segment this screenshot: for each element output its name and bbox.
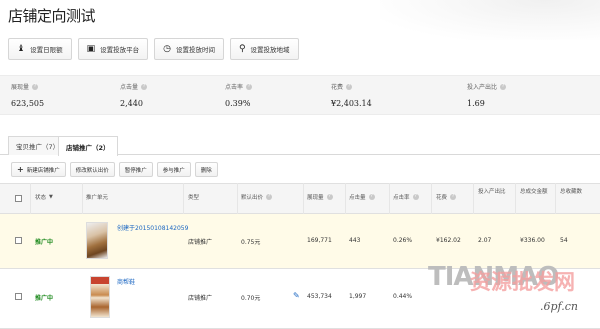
unit-link[interactable]: 创建于20150108142059	[117, 223, 188, 232]
help-icon[interactable]: ?	[266, 194, 273, 200]
resume-promotion-button[interactable]: 参与推广	[156, 162, 191, 177]
impressions-value: 169,771	[307, 237, 332, 244]
sort-down-icon: ▼	[49, 194, 53, 200]
type-value: 店铺推广	[188, 295, 213, 302]
ctr-value: 0.26%	[393, 237, 413, 244]
unit-link[interactable]: 商帮鞋	[117, 277, 135, 286]
bid-value: 0.70元	[241, 295, 261, 302]
stat-ctr: 点击率? 0.39%	[225, 83, 253, 108]
table-header: 状态 ▼ 推广单元 类型 默认出价? 展现量? 点击量? 点击率? 花费? 投入产…	[0, 183, 600, 214]
status-label: 推广中	[35, 295, 54, 302]
impressions-value: 453,734	[307, 293, 332, 300]
set-daily-limit-button[interactable]: ♝ 设置日限额	[8, 38, 72, 60]
stat-clicks: 点击量? 2,440	[120, 83, 148, 108]
stopwatch-icon: ◷	[163, 43, 171, 54]
roi-value: 2.07	[478, 237, 492, 244]
table-toolbar: + 新建店铺推广 修改默认出价 暂停推广 参与推广 删除	[11, 162, 218, 177]
help-icon[interactable]: ?	[500, 83, 507, 90]
product-thumbnail[interactable]	[90, 276, 110, 318]
monitor-icon: ▣	[86, 43, 96, 54]
help-icon[interactable]: ?	[246, 83, 253, 90]
pause-promotion-button[interactable]: 暂停推广	[118, 162, 153, 177]
col-gmv: 总成交金额	[520, 189, 548, 195]
help-icon[interactable]: ?	[450, 194, 457, 200]
col-type: 类型	[188, 195, 200, 201]
help-icon[interactable]: ?	[326, 194, 333, 200]
watermark-cn: 资源批发网	[470, 270, 575, 294]
set-region-button[interactable]: ⚲ 设置投放地域	[229, 38, 299, 60]
select-all-checkbox[interactable]	[15, 195, 22, 202]
bid-value: 0.75元	[241, 239, 261, 246]
help-icon[interactable]: ?	[412, 194, 419, 200]
col-status[interactable]: 状态 ▼	[35, 193, 53, 201]
help-icon[interactable]: ?	[141, 83, 148, 90]
campaign-actions: ♝ 设置日限额 ▣ 设置投放平台 ◷ 设置投放时间 ⚲ 设置投放地域	[8, 38, 299, 60]
map-pin-icon: ⚲	[238, 43, 246, 54]
stat-cost: 花费? ¥2,403.14	[331, 83, 372, 108]
promotion-tabs: 宝贝推广（7） 店铺推广（2）	[0, 134, 600, 156]
cost-value: ¥162.02	[436, 237, 461, 244]
new-shop-promotion-button[interactable]: + 新建店铺推广	[11, 162, 66, 177]
help-icon[interactable]: ?	[368, 194, 375, 200]
col-favs: 总收藏数	[560, 189, 583, 195]
row-checkbox[interactable]	[15, 293, 22, 300]
header-decoration	[380, 0, 600, 40]
edit-default-bid-button[interactable]: 修改默认出价	[69, 162, 115, 177]
page-title: 店铺定向测试	[8, 7, 96, 25]
ctr-value: 0.44%	[393, 293, 413, 300]
type-value: 店铺推广	[188, 239, 213, 246]
edit-pencil-icon[interactable]: ✎	[293, 291, 300, 300]
delete-button[interactable]: 删除	[194, 162, 218, 177]
col-unit: 推广单元	[86, 195, 109, 201]
gmv-value: ¥336.00	[520, 237, 545, 244]
promotion-table: 状态 ▼ 推广单元 类型 默认出价? 展现量? 点击量? 点击率? 花费? 投入产…	[0, 183, 600, 329]
help-icon[interactable]: ?	[32, 83, 39, 90]
col-roi: 投入产出比	[478, 189, 506, 195]
clicks-value: 1,997	[349, 293, 367, 300]
col-impressions: 展现量?	[307, 194, 333, 201]
money-bag-icon: ♝	[17, 43, 26, 54]
stats-summary: 展现量? 623,505 点击量? 2,440 点击率? 0.39% 花费? ¥…	[0, 75, 600, 115]
tab-shop-promotion[interactable]: 店铺推广（2）	[58, 136, 118, 156]
status-label: 推广中	[35, 239, 54, 246]
col-clicks: 点击量?	[349, 194, 375, 201]
clicks-value: 443	[349, 237, 361, 244]
watermark-url: .6pf.cn	[540, 300, 578, 313]
set-platform-button[interactable]: ▣ 设置投放平台	[77, 38, 149, 60]
col-ctr: 点击率?	[393, 194, 419, 201]
product-thumbnail[interactable]	[86, 222, 108, 259]
table-row[interactable]: 推广中 创建于20150108142059 店铺推广 0.75元 169,771…	[0, 214, 600, 269]
set-time-button[interactable]: ◷ 设置投放时间	[154, 38, 224, 60]
help-icon[interactable]: ?	[346, 83, 353, 90]
plus-icon: +	[17, 165, 24, 174]
row-checkbox[interactable]	[15, 237, 22, 244]
col-cost: 花费?	[436, 194, 457, 201]
stat-impressions: 展现量? 623,505	[11, 83, 45, 108]
favs-value: 54	[560, 237, 568, 244]
col-bid: 默认出价?	[241, 194, 273, 201]
stat-roi: 投入产出比? 1.69	[467, 83, 507, 108]
